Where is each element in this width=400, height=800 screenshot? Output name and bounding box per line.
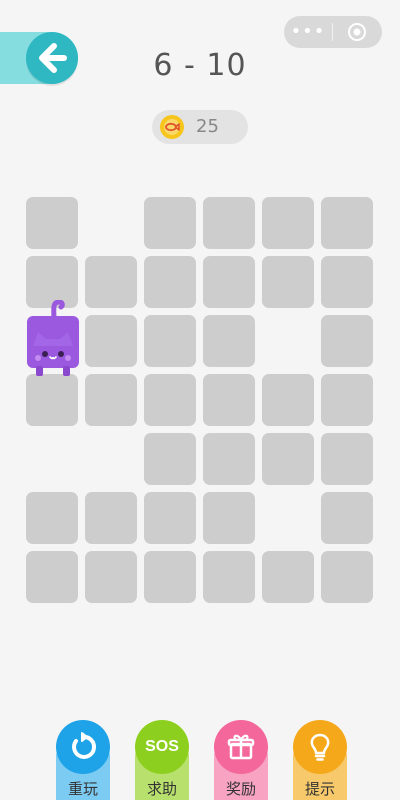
board-tile[interactable]: [203, 315, 255, 367]
reward-button[interactable]: 奖励: [214, 720, 268, 800]
hint-button-circle: [293, 720, 347, 774]
board-tile[interactable]: [26, 197, 78, 249]
replay-button-circle: [56, 720, 110, 774]
board-tile[interactable]: [85, 256, 137, 308]
board-tile[interactable]: [144, 315, 196, 367]
miniprogram-capsule: •••: [284, 16, 382, 48]
fish-coin-icon: [160, 115, 184, 139]
board-tile[interactable]: [262, 374, 314, 426]
board-tile[interactable]: [321, 433, 373, 485]
sos-icon: SOS: [145, 738, 179, 755]
help-button[interactable]: SOS 求助: [135, 720, 189, 800]
coin-count: 25: [196, 116, 219, 137]
board-tile[interactable]: [262, 433, 314, 485]
board-tile[interactable]: [321, 374, 373, 426]
board-tile[interactable]: [85, 315, 137, 367]
reward-button-circle: [214, 720, 268, 774]
hint-button[interactable]: 提示: [293, 720, 347, 800]
level-title: 6 - 10: [153, 48, 247, 83]
replay-icon: [72, 732, 96, 759]
close-button[interactable]: [333, 22, 381, 42]
replay-button[interactable]: 重玩: [56, 720, 110, 800]
board-tile[interactable]: [203, 551, 255, 603]
board-tile[interactable]: [321, 492, 373, 544]
board-tile[interactable]: [144, 433, 196, 485]
board-tile[interactable]: [144, 374, 196, 426]
board-tile[interactable]: [144, 256, 196, 308]
board-tile[interactable]: [26, 492, 78, 544]
game-board: [26, 197, 375, 603]
board-tile[interactable]: [203, 256, 255, 308]
hint-label: 提示: [304, 780, 335, 798]
reward-label: 奖励: [225, 780, 256, 798]
target-icon: [348, 23, 366, 41]
board-tile[interactable]: [321, 197, 373, 249]
cat-icon: [27, 299, 79, 376]
board-tile[interactable]: [26, 551, 78, 603]
board-tile[interactable]: [144, 551, 196, 603]
board-tile[interactable]: [321, 551, 373, 603]
board-tile[interactable]: [203, 197, 255, 249]
status-bar: [0, 0, 400, 12]
coin-counter: 25: [152, 110, 248, 144]
board-tile[interactable]: [85, 551, 137, 603]
board-tile[interactable]: [203, 492, 255, 544]
board-tile[interactable]: [262, 197, 314, 249]
board-tile[interactable]: [144, 197, 196, 249]
help-button-circle: SOS: [135, 720, 189, 774]
replay-label: 重玩: [67, 780, 98, 798]
board-tile[interactable]: [203, 433, 255, 485]
board-tile[interactable]: [85, 374, 137, 426]
lightbulb-icon: [310, 733, 330, 761]
board-tile[interactable]: [203, 374, 255, 426]
board-tile[interactable]: [262, 256, 314, 308]
gift-icon: [227, 734, 255, 760]
board-tile[interactable]: [321, 256, 373, 308]
board-tile[interactable]: [262, 551, 314, 603]
help-label: 求助: [146, 780, 177, 798]
action-bar: 重玩 SOS 求助 奖励 提示: [0, 720, 400, 800]
player-cat[interactable]: [26, 299, 82, 378]
board-tile[interactable]: [321, 315, 373, 367]
board-tile[interactable]: [85, 492, 137, 544]
board-tile[interactable]: [144, 492, 196, 544]
board-tile[interactable]: [26, 374, 78, 426]
more-button[interactable]: •••: [284, 23, 332, 41]
